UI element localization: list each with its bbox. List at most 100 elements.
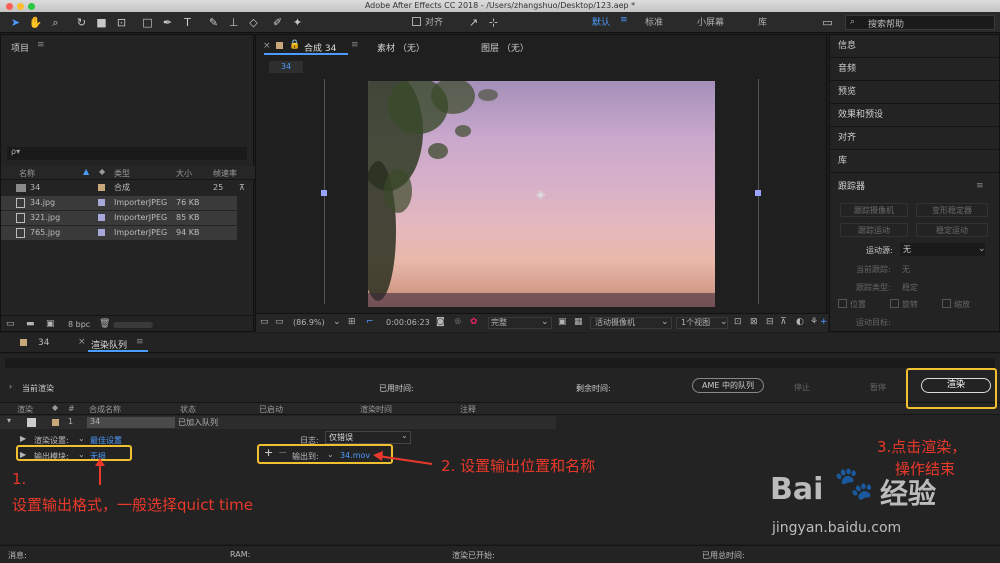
workspace-small-screen[interactable]: 小屏幕 — [697, 15, 724, 28]
tab-layer[interactable]: 图层 （无） — [481, 41, 529, 54]
workspace-menu-icon[interactable]: ≡ — [620, 15, 628, 25]
chevron-down-icon[interactable]: ⌄ — [78, 434, 85, 443]
panel-menu-icon[interactable]: ≡ — [351, 40, 359, 50]
region-of-interest-icon[interactable]: ▣ — [558, 317, 567, 327]
new-folder-icon[interactable]: ▬ — [26, 319, 35, 329]
col-name-header[interactable]: 名称 — [19, 168, 35, 179]
roto-brush-tool-icon[interactable]: ✐ — [270, 15, 285, 30]
flowchart-icon[interactable]: ⊼ — [780, 317, 787, 327]
zoom-window-button[interactable] — [28, 3, 35, 10]
stop-button[interactable]: 停止 — [794, 382, 810, 393]
thumbnail-slider[interactable] — [113, 322, 153, 328]
bit-depth-label[interactable]: 8 bpc — [68, 320, 90, 329]
panel-menu-icon[interactable]: ≡ — [136, 337, 144, 347]
project-item-footage[interactable]: 765.jpg ImporterJPEG 94 KB — [1, 226, 237, 240]
col-render-header[interactable]: 渲染 — [17, 404, 33, 415]
col-fps-header[interactable]: 帧速率 — [213, 168, 237, 179]
warp-stabilizer-button[interactable]: 变形稳定器 — [916, 203, 988, 217]
current-timecode[interactable]: 0:00:06:23 — [386, 318, 430, 327]
panel-info[interactable]: 信息 — [830, 35, 1000, 58]
render-item-comp-name[interactable]: 34 — [87, 417, 175, 428]
render-item-row[interactable]: ▾ 1 34 已加入队列 — [0, 416, 556, 429]
col-type-header[interactable]: 类型 — [114, 168, 130, 179]
panel-menu-icon[interactable]: ≡ — [37, 40, 45, 50]
panel-libraries[interactable]: 库 — [830, 150, 1000, 173]
show-snapshot-icon[interactable]: ⊗ — [454, 317, 462, 327]
panel-align[interactable]: 对齐 — [830, 127, 1000, 150]
workspace-default[interactable]: 默认 — [592, 15, 610, 28]
title-safe-icon[interactable]: ⊞ — [348, 317, 356, 327]
tab-footage[interactable]: 素材 （无） — [377, 41, 425, 54]
fast-previews-icon[interactable]: ⊠ — [750, 317, 758, 327]
help-search-box[interactable]: ⌕ 搜索帮助 — [845, 15, 995, 30]
transparency-grid-icon[interactable]: ▦ — [574, 317, 583, 327]
close-window-button[interactable] — [6, 3, 13, 10]
flowchart-icon[interactable]: ⊼ — [239, 181, 245, 195]
trash-icon[interactable]: 🗑 — [99, 319, 110, 329]
col-comp-name-header[interactable]: 合成名称 — [89, 404, 121, 415]
render-checkbox[interactable] — [27, 418, 36, 427]
interpret-footage-icon[interactable]: ▭ — [6, 319, 15, 329]
col-render-time-header[interactable]: 渲染时间 — [360, 404, 392, 415]
rectangle-tool-icon[interactable]: □ — [140, 15, 155, 30]
queue-in-ame-button[interactable]: AME 中的队列 — [692, 378, 764, 393]
camera-tool-icon[interactable]: ■ — [94, 15, 109, 30]
col-started-header[interactable]: 已启动 — [259, 404, 283, 415]
motion-source-dropdown[interactable]: 无 — [900, 243, 985, 256]
workspace-libraries[interactable]: 库 — [758, 15, 767, 28]
always-preview-icon[interactable]: ▭ — [260, 317, 269, 327]
project-item-comp[interactable]: 34 合成 25 ⊼ — [1, 181, 255, 195]
snapping-options-icon[interactable]: ⊹ — [486, 15, 501, 30]
timeline-icon[interactable]: ⊟ — [766, 317, 774, 327]
new-composition-icon[interactable]: ▣ — [46, 319, 55, 329]
panel-audio[interactable]: 音频 — [830, 58, 1000, 81]
track-camera-button[interactable]: 跟踪摄像机 — [840, 203, 908, 217]
plus-icon[interactable]: + — [820, 317, 828, 327]
track-motion-button[interactable]: 跟踪运动 — [840, 223, 908, 237]
close-tab-icon[interactable]: × — [78, 337, 86, 347]
comp-navigator-chip[interactable]: 34 — [269, 61, 303, 73]
text-tool-icon[interactable]: T — [180, 15, 195, 30]
pan-behind-tool-icon[interactable]: ⊡ — [114, 15, 129, 30]
rotate-tool-icon[interactable]: ↻ — [74, 15, 89, 30]
help-search-input[interactable]: 搜索帮助 — [868, 17, 904, 30]
close-tab-icon[interactable]: × — [263, 41, 271, 51]
selection-tool-icon[interactable]: ➤ — [8, 15, 23, 30]
project-item-footage[interactable]: 34.jpg ImporterJPEG 76 KB — [1, 196, 237, 210]
lock-icon[interactable]: 🔒 — [289, 40, 300, 50]
pen-tool-icon[interactable]: ✒ — [160, 15, 175, 30]
project-search-field[interactable]: ρ▾ — [7, 147, 247, 160]
col-comment-header[interactable]: 注释 — [460, 404, 476, 415]
log-dropdown[interactable]: 仅错误 — [325, 431, 411, 444]
panel-effects-presets[interactable]: 效果和预设 — [830, 104, 1000, 127]
scale-checkbox[interactable] — [942, 299, 951, 308]
chevron-down-icon[interactable]: ▾ — [7, 416, 11, 425]
panel-preview[interactable]: 预览 — [830, 81, 1000, 104]
puppet-tool-icon[interactable]: ✦ — [290, 15, 305, 30]
rotation-checkbox[interactable] — [890, 299, 899, 308]
project-item-footage[interactable]: 321.jpg ImporterJPEG 85 KB — [1, 211, 237, 225]
camera-view-dropdown[interactable]: 活动摄像机 — [590, 317, 672, 329]
chevron-down-icon[interactable]: ⌄ — [333, 317, 341, 327]
pause-button[interactable]: 暂停 — [870, 382, 886, 393]
stabilize-motion-button[interactable]: 稳定运动 — [916, 223, 988, 237]
position-checkbox[interactable] — [838, 299, 847, 308]
minimize-window-button[interactable] — [17, 3, 24, 10]
monitor-icon[interactable]: ▭ — [275, 317, 284, 327]
magnification-dropdown[interactable]: (86.9%) — [293, 318, 325, 327]
col-size-header[interactable]: 大小 — [176, 168, 192, 179]
snap-icon[interactable]: ↗ — [466, 15, 481, 30]
eraser-tool-icon[interactable]: ◇ — [246, 15, 261, 30]
panel-tracker-title[interactable]: 跟踪器 — [830, 176, 1000, 199]
frame-handle[interactable] — [321, 190, 327, 196]
snapshot-icon[interactable]: ◙ — [436, 317, 445, 327]
tab-timeline-comp[interactable]: 34 — [38, 338, 49, 348]
expand-settings-icon[interactable]: ▶ — [20, 434, 26, 443]
color-channels-icon[interactable]: ✿ — [470, 317, 478, 327]
workspace-toggle-icon[interactable]: ▭ — [820, 15, 835, 30]
reset-exposure-icon[interactable]: ⚘ — [810, 317, 818, 327]
col-index-header[interactable]: # — [68, 404, 75, 413]
brush-tool-icon[interactable]: ✎ — [206, 15, 221, 30]
col-status-header[interactable]: 状态 — [180, 404, 196, 415]
chevron-right-icon[interactable]: › — [9, 382, 12, 391]
